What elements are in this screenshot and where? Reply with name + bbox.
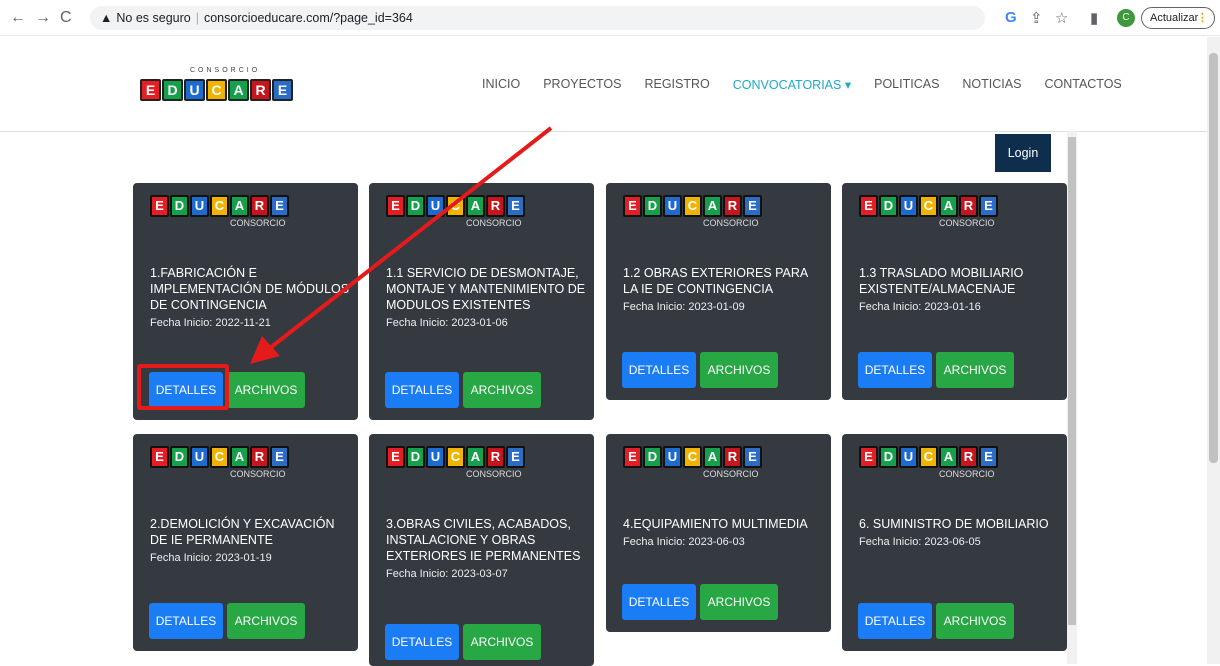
annotation-arrow	[250, 126, 553, 364]
